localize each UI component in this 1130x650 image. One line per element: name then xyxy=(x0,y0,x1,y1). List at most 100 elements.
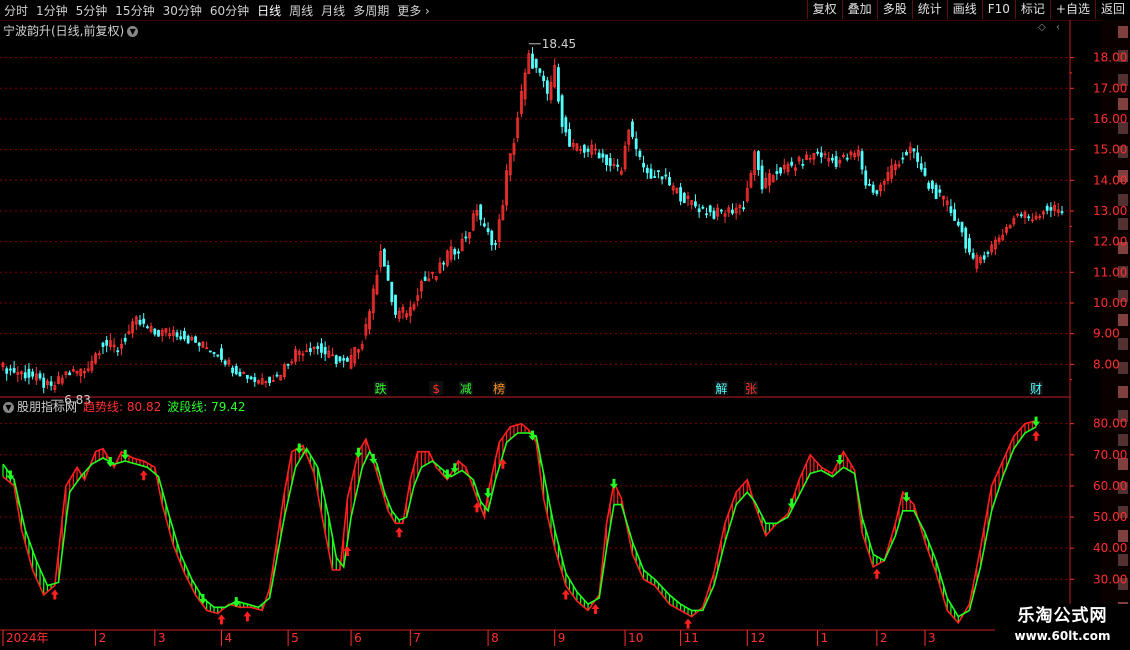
candle-body xyxy=(38,373,42,379)
x-axis-label: 8 xyxy=(491,631,499,645)
candle-body xyxy=(719,209,723,212)
candle-body xyxy=(682,192,686,203)
x-axis-label: 1 xyxy=(821,631,829,645)
candle-body xyxy=(105,340,109,346)
x-axis-label: 11 xyxy=(684,631,699,645)
candle-body xyxy=(27,368,31,378)
candle-body xyxy=(901,157,905,160)
main-y-tick-label: 16.00 xyxy=(1093,112,1127,126)
candle-body xyxy=(938,189,942,193)
chevron-left-icon[interactable]: ‹ xyxy=(1056,22,1060,33)
x-axis-label: 9 xyxy=(558,631,566,645)
candle-body xyxy=(557,67,560,102)
candle-body xyxy=(490,230,494,246)
candle-body xyxy=(605,154,608,165)
main-y-tick-label: 14.00 xyxy=(1093,173,1127,187)
main-y-tick-label: 11.00 xyxy=(1093,265,1127,279)
buy-arrow-icon xyxy=(217,614,226,625)
candle-body xyxy=(649,168,653,179)
candle-body xyxy=(916,152,919,162)
sell-arrow-icon xyxy=(787,498,796,509)
main-y-tick-label: 17.00 xyxy=(1093,81,1127,95)
candle-body xyxy=(731,209,734,214)
candle-body xyxy=(442,262,446,265)
candle-body xyxy=(68,372,72,376)
candle-body xyxy=(831,157,834,161)
candle-body xyxy=(538,68,542,73)
candle-body xyxy=(656,170,660,173)
candle-body xyxy=(316,346,320,349)
side-strip-glyph xyxy=(1118,434,1128,446)
candle-body xyxy=(642,162,645,168)
candle-body xyxy=(101,342,105,347)
candle-body xyxy=(146,326,149,329)
diamond-icon[interactable]: ◇ xyxy=(1038,22,1046,33)
buy-arrow-icon xyxy=(50,589,59,600)
candle-body xyxy=(249,376,253,380)
candle-body xyxy=(664,174,668,177)
x-axis-label: 12 xyxy=(750,631,765,645)
candle-body xyxy=(679,187,683,202)
trend-line-value: 80.82 xyxy=(126,400,162,414)
candle-body xyxy=(216,354,220,357)
main-y-tick-label: 18.00 xyxy=(1093,51,1127,65)
candle-body xyxy=(345,357,349,362)
candle-body xyxy=(701,206,705,209)
candle-body xyxy=(464,236,468,239)
candle-body xyxy=(964,227,968,249)
main-y-tick-label: 10.00 xyxy=(1093,296,1127,310)
buy-arrow-icon xyxy=(684,618,693,629)
candle-body xyxy=(1027,216,1031,219)
candle-body xyxy=(342,358,346,361)
candle-body xyxy=(320,343,323,353)
buy-arrow-icon xyxy=(243,611,252,622)
main-y-tick-label: 15.00 xyxy=(1093,143,1127,157)
candle-body xyxy=(960,221,964,233)
candle-body xyxy=(919,163,923,170)
candle-body xyxy=(49,381,53,386)
candle-body xyxy=(142,318,146,324)
candle-body xyxy=(582,144,586,153)
event-marker: 解 xyxy=(715,382,727,396)
sell-arrow-icon xyxy=(121,449,130,460)
candle-body xyxy=(183,330,186,340)
indicator-name: 股朋指标网 xyxy=(17,400,78,414)
candle-body xyxy=(12,367,16,373)
candle-body xyxy=(653,176,657,178)
indicator-title: ▼ 股朋指标网 趋势线: 80.82 波段线: 79.42 xyxy=(3,398,245,415)
candle-body xyxy=(905,151,908,156)
candle-body xyxy=(712,210,716,219)
candle-body xyxy=(457,251,460,254)
candle-body xyxy=(927,182,931,189)
event-marker: 榜 xyxy=(493,381,505,396)
x-axis-label: 7 xyxy=(413,631,421,645)
candle-body xyxy=(668,176,671,186)
candle-body xyxy=(949,206,953,213)
candle-body xyxy=(197,342,201,346)
candle-body xyxy=(660,176,664,180)
side-strip-glyph xyxy=(1118,314,1128,326)
sub-y-tick-label: 50.00 xyxy=(1093,510,1127,524)
chevron-down-icon[interactable]: ▼ xyxy=(127,26,139,37)
sub-y-tick-label: 80.00 xyxy=(1093,417,1127,431)
candle-body xyxy=(334,355,338,364)
x-axis-label: 10 xyxy=(628,631,643,645)
x-axis-label: 6 xyxy=(354,631,362,645)
candle-body xyxy=(1019,214,1023,217)
side-strip-glyph xyxy=(1118,218,1128,230)
chevron-down-icon[interactable]: ▼ xyxy=(3,402,14,413)
candle-body xyxy=(564,117,568,133)
side-strip-glyph xyxy=(1118,26,1128,38)
buy-arrow-icon xyxy=(872,568,881,579)
candle-body xyxy=(238,371,242,377)
candle-body xyxy=(760,165,764,190)
candle-body xyxy=(645,167,649,174)
candle-body xyxy=(268,376,272,384)
sub-y-tick-label: 30.00 xyxy=(1093,572,1127,586)
candle-body xyxy=(153,328,157,335)
x-axis-label: 3 xyxy=(928,631,936,645)
event-marker: 跌 xyxy=(375,381,387,396)
candle-body xyxy=(231,367,234,373)
main-chart-title[interactable]: 宁波韵升(日线,前复权) ▼ xyxy=(3,22,139,39)
buy-arrow-icon xyxy=(395,527,404,538)
